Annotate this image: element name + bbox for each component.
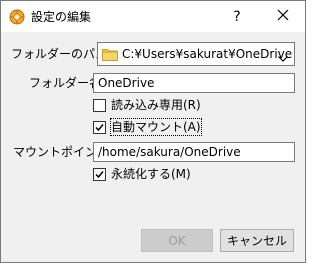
- chevron-down-icon: [278, 51, 288, 62]
- cancel-button[interactable]: キャンセル: [220, 229, 294, 252]
- automount-checkbox[interactable]: [93, 120, 106, 134]
- folder-icon: [102, 47, 118, 61]
- permanent-checkbox-row[interactable]: 永続化する(M): [93, 165, 191, 183]
- checkmark-icon: [95, 123, 104, 131]
- readonly-checkbox-row[interactable]: 読み込み専用(R): [93, 96, 201, 114]
- permanent-checkbox-label: 永続化する(M): [111, 167, 191, 181]
- automount-checkbox-label: 自動マウント(A): [110, 118, 202, 136]
- help-button[interactable]: ?: [215, 1, 259, 32]
- virtualbox-app-icon: [9, 9, 25, 25]
- folder-path-value: C:¥Users¥sakurat¥OneDrive: [122, 47, 293, 61]
- close-button[interactable]: [261, 1, 305, 32]
- permanent-checkbox[interactable]: [93, 167, 106, 181]
- edit-settings-dialog: 設定の編集 ? フォルダーのパス: C:¥Users¥sakurat¥OneDr…: [0, 0, 306, 263]
- readonly-checkbox-label: 読み込み専用(R): [111, 98, 201, 112]
- folder-path-combobox[interactable]: C:¥Users¥sakurat¥OneDrive: [97, 42, 295, 66]
- folder-name-input[interactable]: OneDrive: [93, 73, 295, 93]
- close-icon: [277, 9, 289, 25]
- automount-checkbox-row[interactable]: 自動マウント(A): [93, 118, 202, 136]
- title-bar: 設定の編集 ?: [1, 1, 305, 32]
- ok-button[interactable]: OK: [141, 229, 213, 252]
- mountpoint-input[interactable]: /home/sakura/OneDrive: [93, 142, 295, 162]
- dialog-title: 設定の編集: [31, 10, 92, 24]
- checkmark-icon: [95, 170, 104, 178]
- readonly-checkbox[interactable]: [93, 98, 106, 112]
